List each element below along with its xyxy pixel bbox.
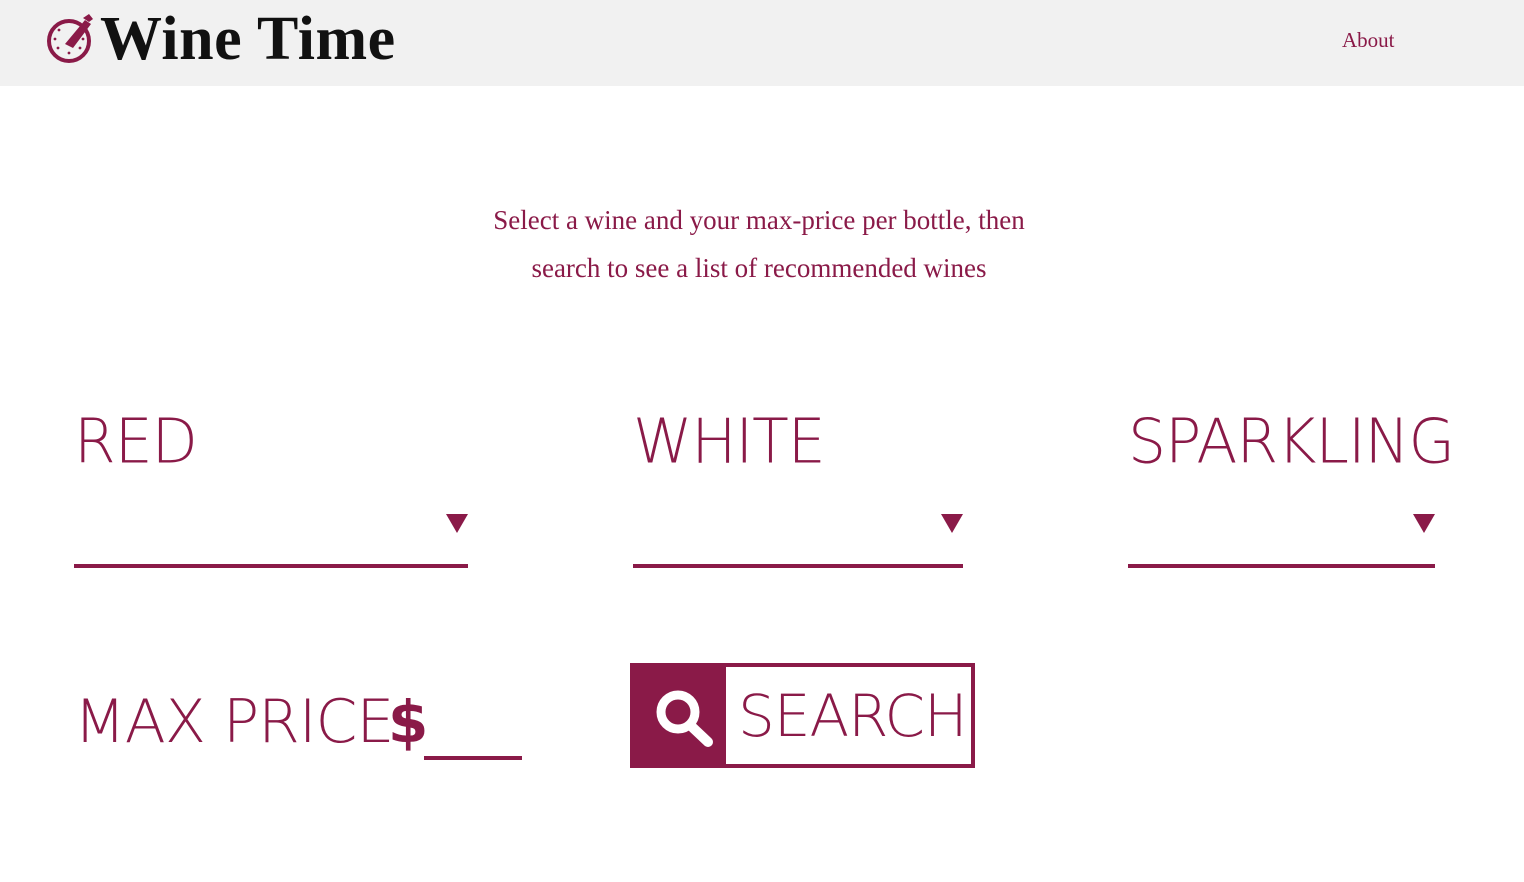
search-icon-box: [634, 667, 726, 764]
chevron-down-icon: [1413, 514, 1435, 533]
max-price-input[interactable]: [424, 700, 522, 760]
intro-line-2: search to see a list of recommended wine…: [531, 253, 987, 283]
chevron-down-icon: [941, 514, 963, 533]
chevron-down-icon: [446, 514, 468, 533]
currency-symbol: $: [388, 688, 429, 756]
max-price-label: MAX PRICE: [74, 687, 394, 757]
white-wine-select[interactable]: [633, 500, 963, 568]
intro-text: Select a wine and your max-price per bot…: [362, 196, 1156, 292]
wine-clock-icon[interactable]: [45, 14, 95, 64]
site-header: Wine Time About: [0, 0, 1524, 86]
sparkling-wine-label: SPARKLING: [1128, 406, 1455, 478]
sparkling-wine-select[interactable]: [1128, 500, 1435, 568]
nav-link-about[interactable]: About: [1342, 26, 1395, 54]
red-wine-label: RED: [74, 406, 198, 478]
intro-line-1: Select a wine and your max-price per bot…: [493, 205, 1025, 235]
brand-title[interactable]: Wine Time: [100, 0, 396, 82]
search-button-label: SEARCH: [738, 682, 968, 750]
red-wine-select[interactable]: [74, 500, 468, 568]
search-button[interactable]: SEARCH: [630, 663, 975, 768]
white-wine-label: WHITE: [633, 406, 826, 478]
search-icon: [656, 690, 713, 747]
